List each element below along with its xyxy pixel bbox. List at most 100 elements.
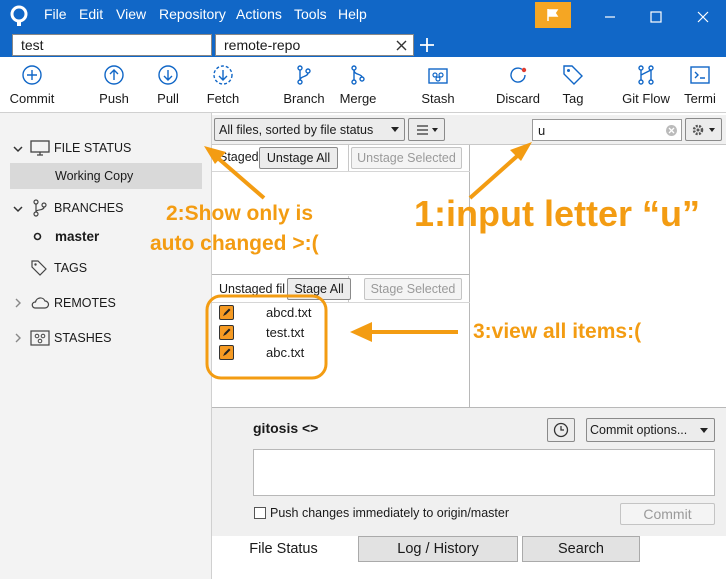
file-filter-dropdown[interactable]: All files, sorted by file status [214,118,405,141]
tab-close-icon[interactable] [396,40,407,51]
tab-label: File Status [249,541,318,557]
git-flow-label: Git Flow [622,91,670,106]
terminal-button[interactable]: Termi [678,57,722,113]
sidebar-section-tags[interactable]: TAGS [0,255,212,281]
view-options-button[interactable] [408,118,445,141]
tab-label: remote-repo [224,37,301,53]
new-tab-icon[interactable] [419,37,435,53]
tab-file-status[interactable]: File Status [212,536,355,562]
branch-button[interactable]: Branch [281,57,327,113]
sidebar-section-stashes[interactable]: STASHES [0,325,212,351]
sidebar-label: STASHES [54,331,112,345]
settings-button[interactable] [685,118,722,141]
menu-actions[interactable]: Actions [236,6,282,22]
pane-divider [212,274,470,275]
flag-button[interactable] [535,2,571,28]
stash-icon [428,68,448,84]
sourcetree-logo-icon [10,5,28,26]
file-name: abcd.txt [266,304,312,320]
merge-icon [351,65,365,85]
fetch-button[interactable]: Fetch [201,57,245,113]
list-item[interactable]: test.txt [219,322,304,342]
minimize-icon [605,15,615,18]
fetch-icon [213,65,233,85]
tag-label: Tag [562,91,584,106]
pull-icon [158,65,178,85]
menu-help[interactable]: Help [338,6,367,22]
history-button[interactable] [547,418,575,442]
commit-button[interactable]: Commit [4,57,60,113]
pane-divider [348,145,349,171]
stage-selected-button[interactable]: Stage Selected [364,278,462,300]
stash-icon [30,330,50,346]
unstage-selected-button[interactable]: Unstage Selected [351,147,462,169]
tab-label: Log / History [397,541,479,557]
merge-button[interactable]: Merge [335,57,381,113]
tag-icon [563,65,583,85]
sidebar-item-working-copy[interactable]: Working Copy [10,163,202,189]
menu-repository[interactable]: Repository [159,6,226,22]
commit-submit-button[interactable]: Commit [620,503,715,525]
stash-button[interactable]: Stash [414,57,462,113]
commit-label: Commit [9,91,55,106]
clear-search-icon[interactable] [666,125,677,136]
tag-button[interactable]: Tag [556,57,590,113]
menu-file[interactable]: File [44,6,67,22]
terminal-icon [690,66,710,84]
button-label: Stage Selected [370,282,456,296]
commit-options-label: Commit options... [590,423,688,437]
menu-view[interactable]: View [116,6,146,22]
sidebar-label: FILE STATUS [54,141,132,155]
maximize-button[interactable] [633,0,679,33]
button-label: Commit [643,506,692,522]
menu-edit[interactable]: Edit [79,6,103,22]
stage-all-button[interactable]: Stage All [287,278,351,300]
pull-button[interactable]: Pull [148,57,188,113]
branch-icon [297,65,311,85]
commit-options-dropdown[interactable]: Commit options... [586,418,715,442]
tab-label: test [21,37,44,53]
sidebar-section-file-status[interactable]: FILE STATUS [0,135,212,161]
git-flow-button[interactable]: Git Flow [619,57,673,113]
unstaged-label: Unstaged fil [219,282,286,296]
button-label: Unstage All [266,151,331,165]
tab-search[interactable]: Search [522,536,640,562]
discard-button[interactable]: Discard [492,57,544,113]
button-label: Unstage Selected [357,151,456,165]
tab-label: Search [558,541,604,557]
branch-icon [33,199,47,217]
staged-label: Staged [219,150,259,164]
discard-icon [510,67,527,83]
push-immediately-label: Push changes immediately to origin/maste… [270,506,510,520]
file-name: test.txt [266,324,305,340]
gear-icon [692,124,715,135]
terminal-label: Termi [684,91,716,106]
annotation-2-line2: auto changed >:( [150,232,319,255]
tab-log-history[interactable]: Log / History [358,536,518,562]
pane-divider [212,171,470,172]
sidebar-label: BRANCHES [54,201,124,215]
tab-test[interactable]: test [12,34,212,56]
maximize-icon [650,10,662,23]
close-window-button[interactable] [680,0,726,33]
list-item[interactable]: abc.txt [219,342,304,362]
stash-label: Stash [421,91,455,106]
current-branch-icon [33,232,42,241]
unstage-all-button[interactable]: Unstage All [259,147,338,169]
sidebar-section-remotes[interactable]: REMOTES [0,290,212,316]
modified-file-icon [219,304,234,320]
clock-icon [553,422,569,438]
minimize-button[interactable] [587,0,633,33]
merge-label: Merge [339,91,377,106]
sidebar-label: master [55,228,100,244]
push-icon [104,65,124,85]
tab-remote-repo[interactable]: remote-repo [215,34,414,56]
menu-tools[interactable]: Tools [294,6,327,22]
search-input[interactable]: u [532,119,682,141]
file-filter-label: All files, sorted by file status [219,122,374,137]
push-immediately-checkbox[interactable] [254,507,266,519]
sidebar-label: TAGS [54,261,88,275]
commit-message-input[interactable] [253,449,715,496]
list-item[interactable]: abcd.txt [219,302,312,322]
push-button[interactable]: Push [92,57,136,113]
